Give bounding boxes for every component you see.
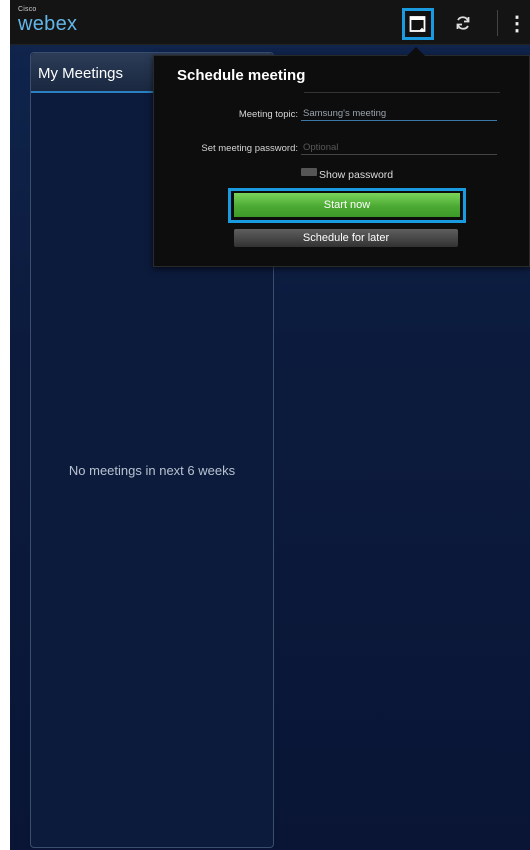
popup-title: Schedule meeting	[177, 67, 306, 84]
schedule-for-later-button[interactable]: Schedule for later	[234, 229, 458, 247]
meeting-topic-label: Meeting topic:	[238, 109, 298, 120]
empty-meetings-message: No meetings in next 6 weeks	[68, 463, 236, 478]
overflow-menu-button[interactable]: ⋮	[507, 10, 527, 36]
show-password-row[interactable]: Show password	[301, 168, 394, 181]
logo-cisco-text: Cisco	[18, 6, 37, 13]
schedule-meeting-popup: Schedule meeting Meeting topic: Set meet…	[153, 47, 530, 267]
refresh-button[interactable]	[449, 10, 477, 36]
meeting-password-input[interactable]	[301, 140, 497, 155]
action-bar: Cisco webex ⋮	[10, 0, 530, 45]
popup-arrow	[407, 47, 425, 56]
refresh-icon	[456, 16, 470, 30]
popup-separator	[304, 92, 500, 93]
webex-logo: Cisco webex	[18, 6, 77, 35]
panel-title: My Meetings	[38, 65, 124, 82]
new-meeting-button[interactable]	[402, 8, 434, 40]
meeting-password-label: Set meeting password:	[201, 143, 298, 154]
meeting-topic-input[interactable]	[301, 106, 497, 121]
action-divider	[497, 10, 498, 36]
show-password-checkbox[interactable]	[301, 168, 317, 176]
logo-webex-text: webex	[18, 13, 78, 35]
start-now-button[interactable]: Start now	[234, 193, 460, 217]
webex-app: Cisco webex ⋮ My Meetings No meetings in…	[10, 0, 530, 850]
show-password-label: Show password	[319, 169, 394, 181]
overflow-menu-icon: ⋮	[507, 12, 527, 35]
screen-edge	[0, 0, 10, 850]
new-meeting-icon	[409, 16, 426, 32]
